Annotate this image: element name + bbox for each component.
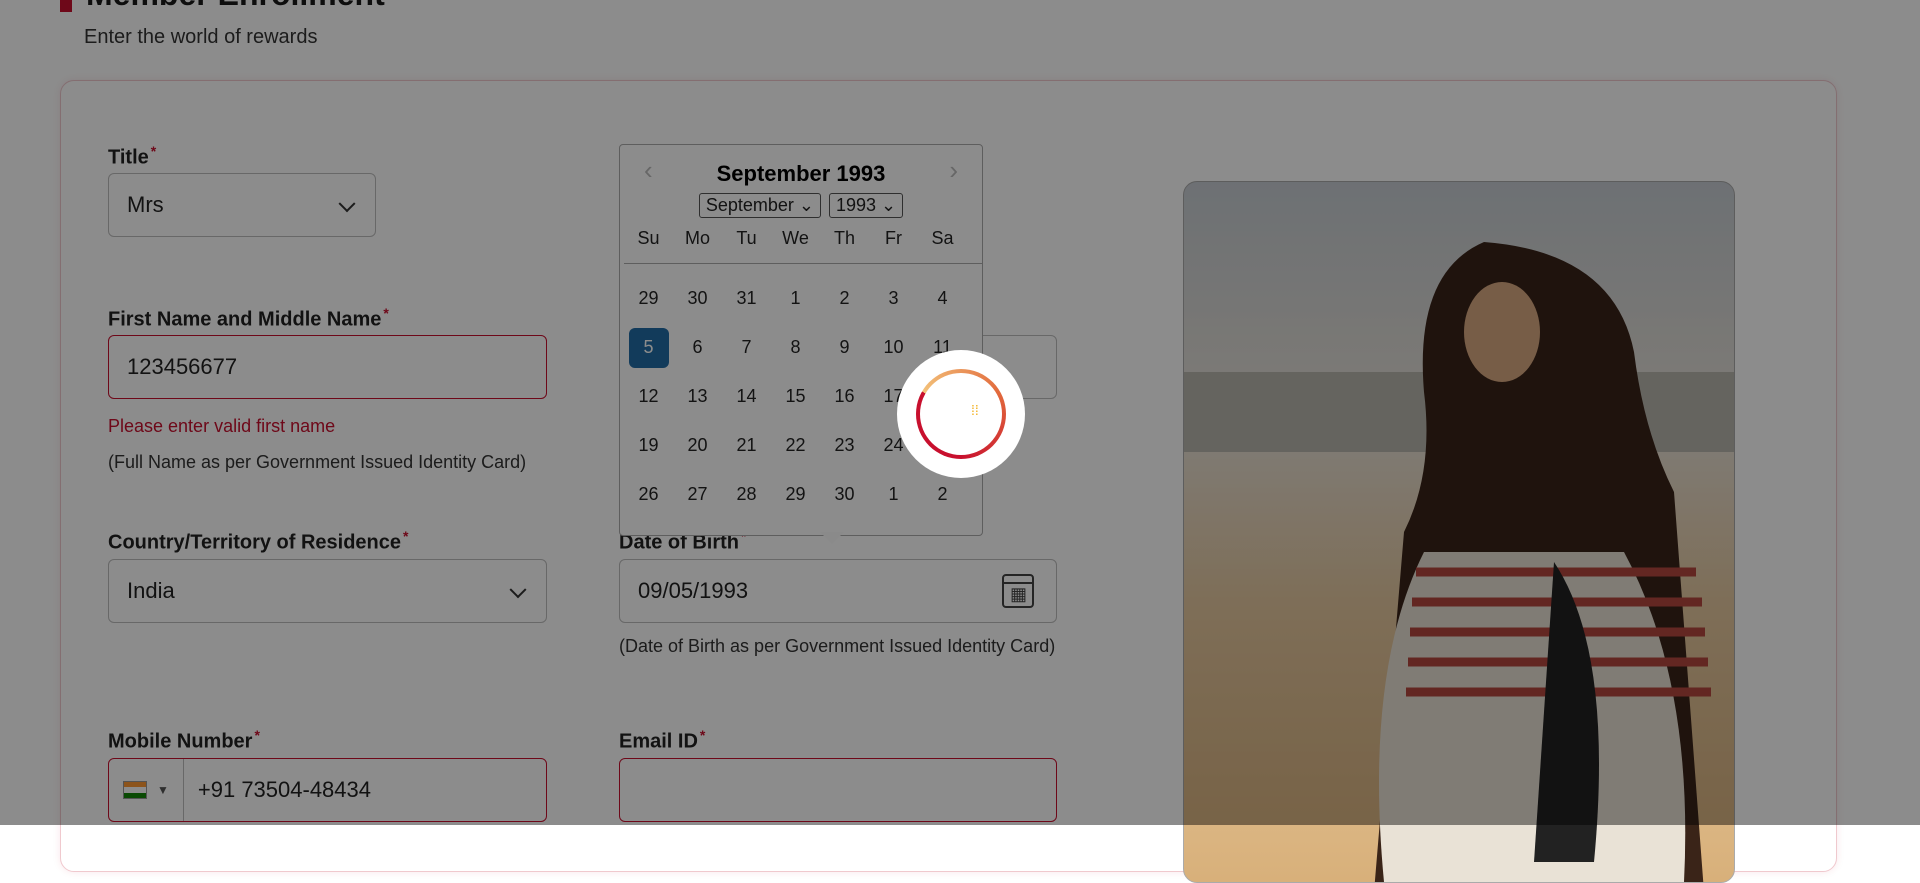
calendar-day[interactable]: 7 bbox=[722, 323, 771, 372]
calendar-day[interactable]: 21 bbox=[722, 421, 771, 470]
weekday-label: We bbox=[782, 228, 809, 248]
calendar-day[interactable]: 22 bbox=[771, 421, 820, 470]
spinner-ring bbox=[916, 369, 1006, 459]
calendar-day[interactable]: 10 bbox=[869, 323, 918, 372]
weekday-label: Su bbox=[637, 228, 660, 248]
calendar-day[interactable]: 5 bbox=[628, 327, 669, 368]
year-select[interactable]: 1993 ⌄ bbox=[829, 193, 904, 218]
calendar-day[interactable]: 8 bbox=[771, 323, 820, 372]
calendar-day[interactable]: 6 bbox=[673, 323, 722, 372]
weekday-label: Sa bbox=[931, 228, 954, 248]
date-picker-pointer bbox=[820, 532, 844, 544]
calendar-day[interactable]: 1 bbox=[771, 274, 820, 323]
month-select[interactable]: September ⌄ bbox=[698, 193, 821, 218]
weekday-label: Fr bbox=[885, 228, 902, 248]
weekday-label: Th bbox=[833, 228, 855, 248]
date-picker-popup: ‹ › September 1993 September ⌄ 1993 ⌄ Su… bbox=[619, 144, 983, 536]
calendar-day[interactable]: 12 bbox=[624, 372, 673, 421]
calendar-day[interactable]: 15 bbox=[771, 372, 820, 421]
calendar-day[interactable]: 4 bbox=[918, 274, 967, 323]
calendar-day[interactable]: 19 bbox=[624, 421, 673, 470]
calendar-day[interactable]: 2 bbox=[820, 274, 869, 323]
calendar-day[interactable]: 13 bbox=[673, 372, 722, 421]
calendar-month-header: September 1993 bbox=[716, 161, 886, 186]
weekday-label: Mo bbox=[684, 228, 710, 248]
calendar-day[interactable]: 26 bbox=[624, 470, 673, 519]
spinner-dots: ⁞⁞ bbox=[971, 402, 979, 418]
calendar-day[interactable]: 23 bbox=[820, 421, 869, 470]
next-month-icon[interactable]: › bbox=[949, 155, 958, 186]
weekday-header: Su Mo Tu We Th Fr Sa bbox=[624, 228, 982, 264]
calendar-day[interactable]: 28 bbox=[722, 470, 771, 519]
calendar-day[interactable]: 30 bbox=[820, 470, 869, 519]
calendar-day[interactable]: 20 bbox=[673, 421, 722, 470]
calendar-day[interactable]: 27 bbox=[673, 470, 722, 519]
weekday-label: Tu bbox=[736, 228, 757, 248]
calendar-day[interactable]: 16 bbox=[820, 372, 869, 421]
calendar-day[interactable]: 29 bbox=[624, 274, 673, 323]
calendar-day[interactable]: 1 bbox=[869, 470, 918, 519]
calendar-day[interactable]: 31 bbox=[722, 274, 771, 323]
prev-month-icon[interactable]: ‹ bbox=[644, 155, 653, 186]
calendar-day[interactable]: 14 bbox=[722, 372, 771, 421]
calendar-day[interactable]: 29 bbox=[771, 470, 820, 519]
loading-spinner-icon: ⁞⁞ bbox=[897, 350, 1025, 478]
calendar-day[interactable]: 9 bbox=[820, 323, 869, 372]
calendar-day[interactable]: 30 bbox=[673, 274, 722, 323]
calendar-day[interactable]: 3 bbox=[869, 274, 918, 323]
